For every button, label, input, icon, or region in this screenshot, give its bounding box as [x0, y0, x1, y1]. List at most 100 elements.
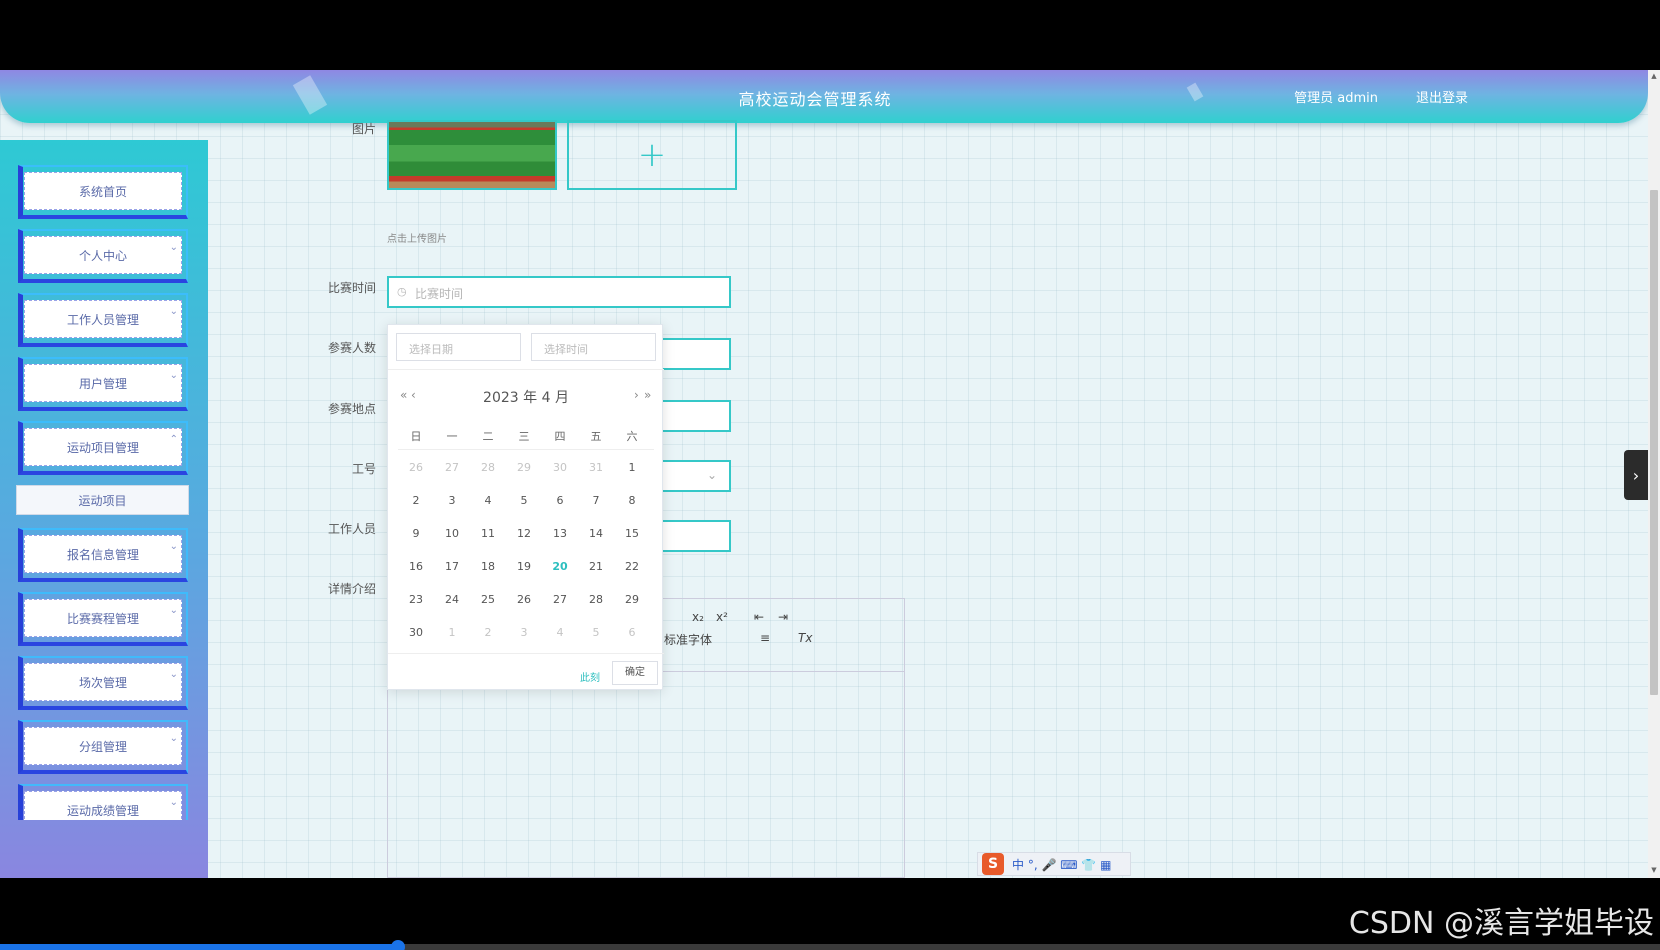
- day-cell[interactable]: 9: [398, 527, 434, 540]
- day-cell[interactable]: 27: [434, 461, 470, 474]
- indent-button[interactable]: ⇥: [778, 610, 788, 624]
- day-cell[interactable]: 28: [578, 593, 614, 606]
- day-cell[interactable]: 15: [614, 527, 650, 540]
- label-staff: 工作人员: [327, 522, 376, 536]
- weekday-label: 四: [554, 430, 566, 443]
- menu-inner: 系统首页: [24, 172, 182, 210]
- day-cell[interactable]: 21: [578, 560, 614, 573]
- day-cell[interactable]: 30: [398, 626, 434, 639]
- sidebar-item-users[interactable]: 用户管理 ⌄: [18, 357, 188, 411]
- sidebar-item-staff[interactable]: 工作人员管理 ⌄: [18, 293, 188, 347]
- day-cell[interactable]: 29: [506, 461, 542, 474]
- day-cell[interactable]: 1: [434, 626, 470, 639]
- chevron-down-icon: ⌄: [169, 797, 178, 808]
- sidebar-item-groups[interactable]: 分组管理 ⌄: [18, 720, 188, 774]
- logout-button[interactable]: 退出登录: [1416, 87, 1468, 106]
- day-cell[interactable]: 8: [614, 494, 650, 507]
- label-place: 参赛地点: [327, 402, 376, 416]
- next-month-button[interactable]: ›: [634, 388, 639, 402]
- now-button[interactable]: 此刻: [580, 669, 600, 684]
- outdent-button[interactable]: ⇤: [754, 610, 764, 624]
- plus-icon: +: [637, 135, 667, 175]
- subscript-button[interactable]: x₂: [692, 610, 704, 624]
- menu-inner: 分组管理: [24, 727, 182, 765]
- upload-button[interactable]: +: [567, 120, 737, 190]
- weekday-label: 日: [410, 430, 422, 443]
- day-cell[interactable]: 3: [506, 626, 542, 639]
- day-cell[interactable]: 4: [542, 626, 578, 639]
- sidebar-item-sports[interactable]: 运动项目管理 ⌃: [18, 421, 188, 475]
- day-cell[interactable]: 22: [614, 560, 650, 573]
- ime-toolbar[interactable]: S 中 °, 🎤 ⌨ 👕 ▦: [977, 852, 1131, 876]
- scroll-up-arrow[interactable]: ▲: [1648, 72, 1660, 80]
- sidebar-item-home[interactable]: 系统首页: [18, 165, 188, 219]
- day-cell[interactable]: 20: [542, 560, 578, 573]
- label-time: 比赛时间: [327, 281, 376, 295]
- day-cell[interactable]: 23: [398, 593, 434, 606]
- sidebar-item-results[interactable]: 运动成绩管理 ⌄: [18, 784, 188, 820]
- day-cell[interactable]: 17: [434, 560, 470, 573]
- menu-inner: 工作人员管理: [24, 300, 182, 338]
- day-cell[interactable]: 30: [542, 461, 578, 474]
- vertical-scrollbar[interactable]: ▲ ▼: [1648, 70, 1660, 878]
- day-cell[interactable]: 2: [398, 494, 434, 507]
- picker-year[interactable]: 2023 年: [483, 390, 537, 406]
- picker-time-input[interactable]: 选择时间: [531, 333, 656, 361]
- current-user: 管理员 admin: [1294, 91, 1378, 106]
- day-cell[interactable]: 16: [398, 560, 434, 573]
- day-cell[interactable]: 6: [614, 626, 650, 639]
- submenu-item-sports[interactable]: 运动项目: [16, 485, 189, 515]
- video-progress-bar[interactable]: [0, 940, 1660, 950]
- sogou-logo-icon: S: [982, 853, 1004, 875]
- side-panel-toggle[interactable]: ›: [1624, 450, 1648, 500]
- day-cell[interactable]: 26: [506, 593, 542, 606]
- sidebar-item-sessions[interactable]: 场次管理 ⌄: [18, 656, 188, 710]
- day-cell[interactable]: 26: [398, 461, 434, 474]
- chevron-down-icon: ⌄: [169, 370, 178, 381]
- clear-format-button[interactable]: Tx: [798, 631, 812, 645]
- day-cell[interactable]: 14: [578, 527, 614, 540]
- align-button[interactable]: ≡: [760, 631, 770, 645]
- day-cell[interactable]: 5: [578, 626, 614, 639]
- day-cell[interactable]: 10: [434, 527, 470, 540]
- scrollbar-thumb[interactable]: [1650, 190, 1658, 695]
- superscript-button[interactable]: x²: [716, 610, 728, 624]
- picker-month[interactable]: 4 月: [542, 390, 569, 406]
- progress-knob[interactable]: [391, 940, 405, 950]
- day-cell[interactable]: 18: [470, 560, 506, 573]
- day-cell[interactable]: 4: [470, 494, 506, 507]
- day-cell[interactable]: 19: [506, 560, 542, 573]
- day-cell[interactable]: 28: [470, 461, 506, 474]
- menu-inner: 比赛赛程管理: [24, 599, 182, 637]
- menu-label: 用户管理: [78, 376, 127, 391]
- scroll-down-arrow[interactable]: ▼: [1648, 866, 1660, 874]
- sidebar-item-profile[interactable]: 个人中心 ⌄: [18, 229, 188, 283]
- weekday-label: 三: [518, 430, 530, 443]
- chevron-down-icon: ⌄: [706, 468, 717, 482]
- sidebar-item-signup[interactable]: 报名信息管理 ⌄: [18, 528, 188, 582]
- day-cell[interactable]: 13: [542, 527, 578, 540]
- day-cell[interactable]: 6: [542, 494, 578, 507]
- match-time-input[interactable]: ◷ 比赛时间: [387, 276, 731, 308]
- sidebar-item-schedule[interactable]: 比赛赛程管理 ⌄: [18, 592, 188, 646]
- picker-date-input[interactable]: 选择日期: [396, 333, 521, 361]
- next-year-button[interactable]: »: [644, 388, 651, 402]
- day-cell[interactable]: 12: [506, 527, 542, 540]
- uploaded-image-thumbnail[interactable]: [387, 120, 557, 190]
- menu-label: 运动项目管理: [66, 440, 139, 455]
- chevron-down-icon: ⌄: [169, 242, 178, 253]
- day-cell[interactable]: 27: [542, 593, 578, 606]
- day-cell[interactable]: 2: [470, 626, 506, 639]
- day-cell[interactable]: 31: [578, 461, 614, 474]
- day-cell[interactable]: 5: [506, 494, 542, 507]
- confirm-button[interactable]: 确定: [612, 661, 658, 685]
- day-cell[interactable]: 7: [578, 494, 614, 507]
- picker-divider: [388, 369, 664, 370]
- day-cell[interactable]: 24: [434, 593, 470, 606]
- day-cell[interactable]: 3: [434, 494, 470, 507]
- day-cell[interactable]: 29: [614, 593, 650, 606]
- font-select[interactable]: 标准字体: [664, 631, 712, 648]
- day-cell[interactable]: 1: [614, 461, 650, 474]
- day-cell[interactable]: 25: [470, 593, 506, 606]
- day-cell[interactable]: 11: [470, 527, 506, 540]
